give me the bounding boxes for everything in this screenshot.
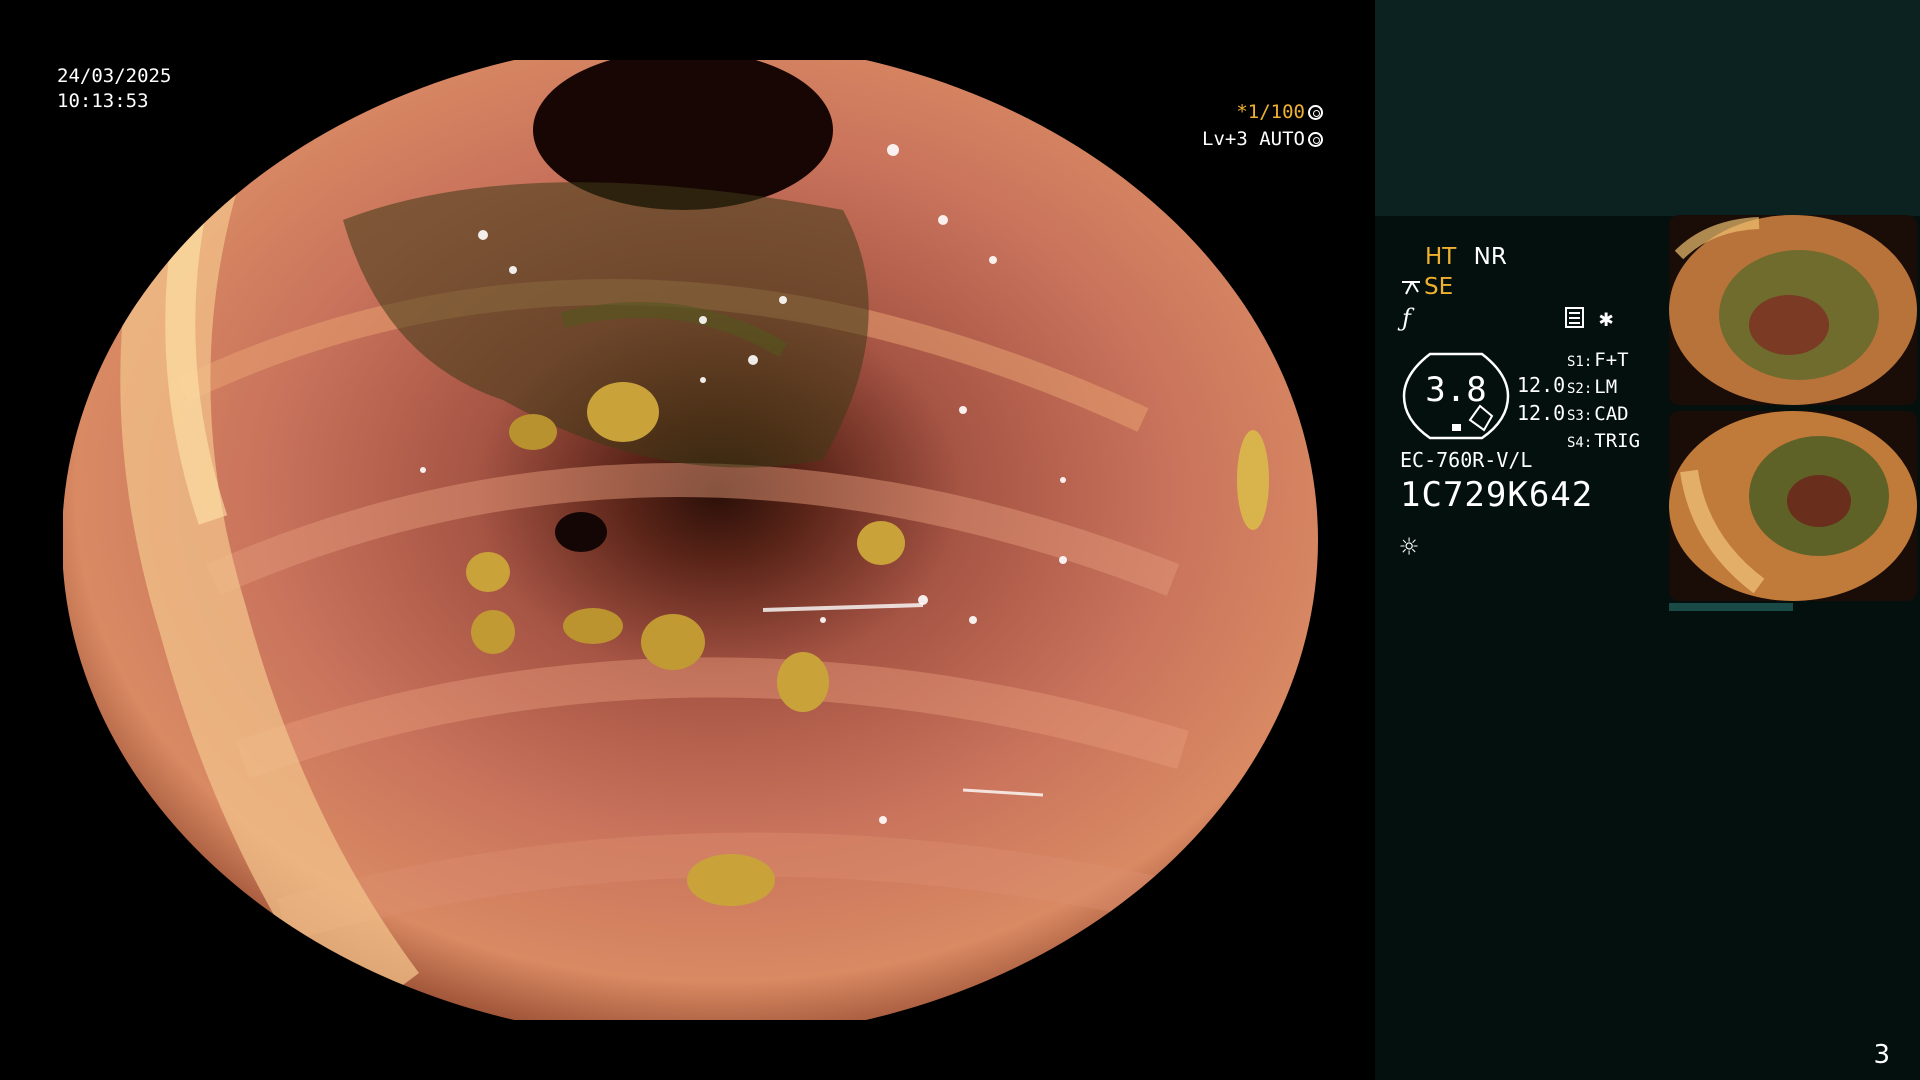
time-text: 10:13:53	[57, 90, 149, 112]
star-icon: ✱	[1599, 304, 1614, 332]
switch-key: S1:	[1567, 354, 1593, 370]
switch-row: S4: TRIG	[1567, 429, 1640, 456]
switch-row: S1: F+T	[1567, 348, 1640, 375]
scope-switches: S1: F+T S2: LM S3: CAD S4: TRIG	[1567, 348, 1640, 456]
memo-icon	[1565, 307, 1584, 328]
mode-ht: HT	[1425, 244, 1457, 270]
switch-key: S3:	[1567, 408, 1593, 424]
scope-model: EC-760R-V/L	[1400, 448, 1533, 472]
structure-enhancement: SE	[1400, 274, 1453, 300]
brightness-level: Lv+3 AUTO	[1202, 128, 1305, 150]
endoscope-view: 24/03/2025 10:13:53 *1/100 Lv+3 AUTO	[0, 0, 1375, 1080]
page-number: 3	[1873, 1040, 1890, 1070]
endoscopic-image	[63, 60, 1318, 1020]
info-header-block	[1375, 0, 1920, 216]
switch-value: F+T	[1594, 349, 1629, 371]
date-text: 24/03/2025	[57, 65, 172, 87]
gauge-value: 3.8	[1425, 370, 1487, 410]
shutter-speed: *1/100	[1236, 101, 1305, 123]
thumbnail-scrollbar[interactable]	[1669, 603, 1793, 611]
scope-serial: 1C729K642	[1400, 475, 1594, 515]
switch-value: TRIG	[1594, 430, 1641, 452]
switch-key: S4:	[1567, 435, 1593, 451]
gauge-number-bottom: 12.0	[1517, 401, 1566, 425]
switch-row: S2: LM	[1567, 375, 1640, 402]
gauge-numbers: 12.0 12.0	[1517, 371, 1565, 427]
f-icon: ƒ	[1402, 304, 1411, 332]
thumbnail-1[interactable]	[1669, 215, 1917, 405]
image-modes: HT NR	[1425, 244, 1507, 270]
gauge-number-top: 12.0	[1517, 373, 1566, 397]
date-time: 24/03/2025 10:13:53	[57, 64, 171, 114]
auto-iris-icon	[1308, 132, 1323, 147]
light-icon: ☼	[1400, 530, 1419, 565]
scissors-icon	[1402, 281, 1420, 295]
aperture-icon	[1308, 105, 1323, 120]
thumbnail-2[interactable]	[1669, 411, 1917, 601]
switch-value: CAD	[1594, 403, 1629, 425]
switch-row: S3: CAD	[1567, 402, 1640, 429]
exposure-info: *1/100 Lv+3 AUTO	[1202, 99, 1323, 153]
mode-se: SE	[1424, 274, 1454, 300]
mode-nr: NR	[1473, 244, 1507, 270]
switch-value: LM	[1594, 376, 1618, 398]
switch-key: S2:	[1567, 381, 1593, 397]
